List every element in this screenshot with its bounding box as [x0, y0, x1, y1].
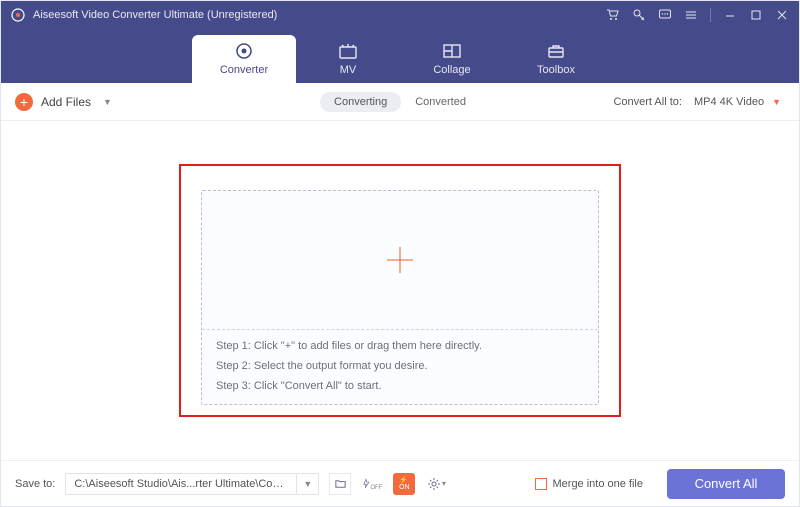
plus-icon: + — [15, 93, 33, 111]
toolbar: + Add Files ▼ Converting Converted Conve… — [1, 83, 799, 121]
close-icon[interactable] — [775, 8, 789, 22]
tab-label: Toolbox — [537, 64, 575, 76]
menu-icon[interactable] — [684, 8, 698, 22]
add-files-label: Add Files — [41, 95, 91, 109]
tab-toolbox[interactable]: Toolbox — [504, 35, 608, 83]
key-icon[interactable] — [632, 8, 646, 22]
save-to-label: Save to: — [15, 478, 55, 490]
instructions: Step 1: Click "+" to add files or drag t… — [202, 329, 598, 404]
add-files-button[interactable]: + Add Files ▼ — [15, 93, 112, 111]
add-plus-icon — [387, 247, 413, 273]
segment-converted[interactable]: Converted — [401, 92, 480, 112]
format-selected: MP4 4K Video — [694, 96, 764, 108]
app-window: Aiseesoft Video Converter Ultimate (Unre… — [0, 0, 800, 507]
tab-mv[interactable]: MV — [296, 35, 400, 83]
main-area: Step 1: Click "+" to add files or drag t… — [1, 121, 799, 460]
drop-zone[interactable]: Step 1: Click "+" to add files or drag t… — [201, 190, 599, 405]
maximize-icon[interactable] — [749, 8, 763, 22]
app-title: Aiseesoft Video Converter Ultimate (Unre… — [33, 9, 277, 21]
converter-icon — [234, 42, 254, 60]
step-1-text: Step 1: Click "+" to add files or drag t… — [216, 340, 584, 352]
save-path-text: C:\Aiseesoft Studio\Ais...rter Ultimate\… — [66, 478, 296, 490]
chat-icon[interactable] — [658, 8, 672, 22]
hardware-accel-button[interactable]: OFF — [361, 473, 383, 495]
minimize-icon[interactable] — [723, 8, 737, 22]
system-icons — [606, 8, 789, 22]
merge-label: Merge into one file — [553, 478, 644, 490]
step-3-text: Step 3: Click "Convert All" to start. — [216, 380, 584, 392]
settings-button[interactable]: ▾ — [425, 473, 447, 495]
merge-checkbox[interactable]: Merge into one file — [535, 478, 644, 490]
app-logo-icon — [11, 8, 25, 22]
top-nav: Converter MV Collage Toolbox — [1, 29, 799, 83]
status-segment: Converting Converted — [320, 92, 480, 112]
high-speed-button[interactable]: ⚡ON — [393, 473, 415, 495]
drop-zone-click-area[interactable] — [202, 191, 598, 329]
toolbox-icon — [546, 42, 566, 60]
collage-icon — [442, 42, 462, 60]
tab-label: MV — [340, 64, 357, 76]
tab-converter[interactable]: Converter — [192, 35, 296, 83]
format-selector[interactable]: MP4 4K Video ▼ — [690, 94, 785, 110]
tab-collage[interactable]: Collage — [400, 35, 504, 83]
open-folder-button[interactable] — [329, 473, 351, 495]
step-2-text: Step 2: Select the output format you des… — [216, 360, 584, 372]
convert-all-button[interactable]: Convert All — [667, 469, 785, 499]
mv-icon — [338, 42, 358, 60]
checkbox-icon — [535, 478, 547, 490]
chevron-down-icon: ▼ — [103, 97, 112, 107]
save-path-selector[interactable]: C:\Aiseesoft Studio\Ais...rter Ultimate\… — [65, 473, 319, 495]
tab-label: Collage — [433, 64, 470, 76]
tab-label: Converter — [220, 64, 268, 76]
segment-converting[interactable]: Converting — [320, 92, 401, 112]
highlight-frame: Step 1: Click "+" to add files or drag t… — [179, 164, 621, 417]
cart-icon[interactable] — [606, 8, 620, 22]
separator — [710, 8, 711, 22]
chevron-down-icon: ▼ — [772, 97, 781, 107]
convert-all-to-label: Convert All to: — [613, 96, 681, 108]
chevron-down-icon[interactable]: ▼ — [296, 473, 318, 495]
titlebar: Aiseesoft Video Converter Ultimate (Unre… — [1, 1, 799, 29]
bottom-bar: Save to: C:\Aiseesoft Studio\Ais...rter … — [1, 460, 799, 506]
